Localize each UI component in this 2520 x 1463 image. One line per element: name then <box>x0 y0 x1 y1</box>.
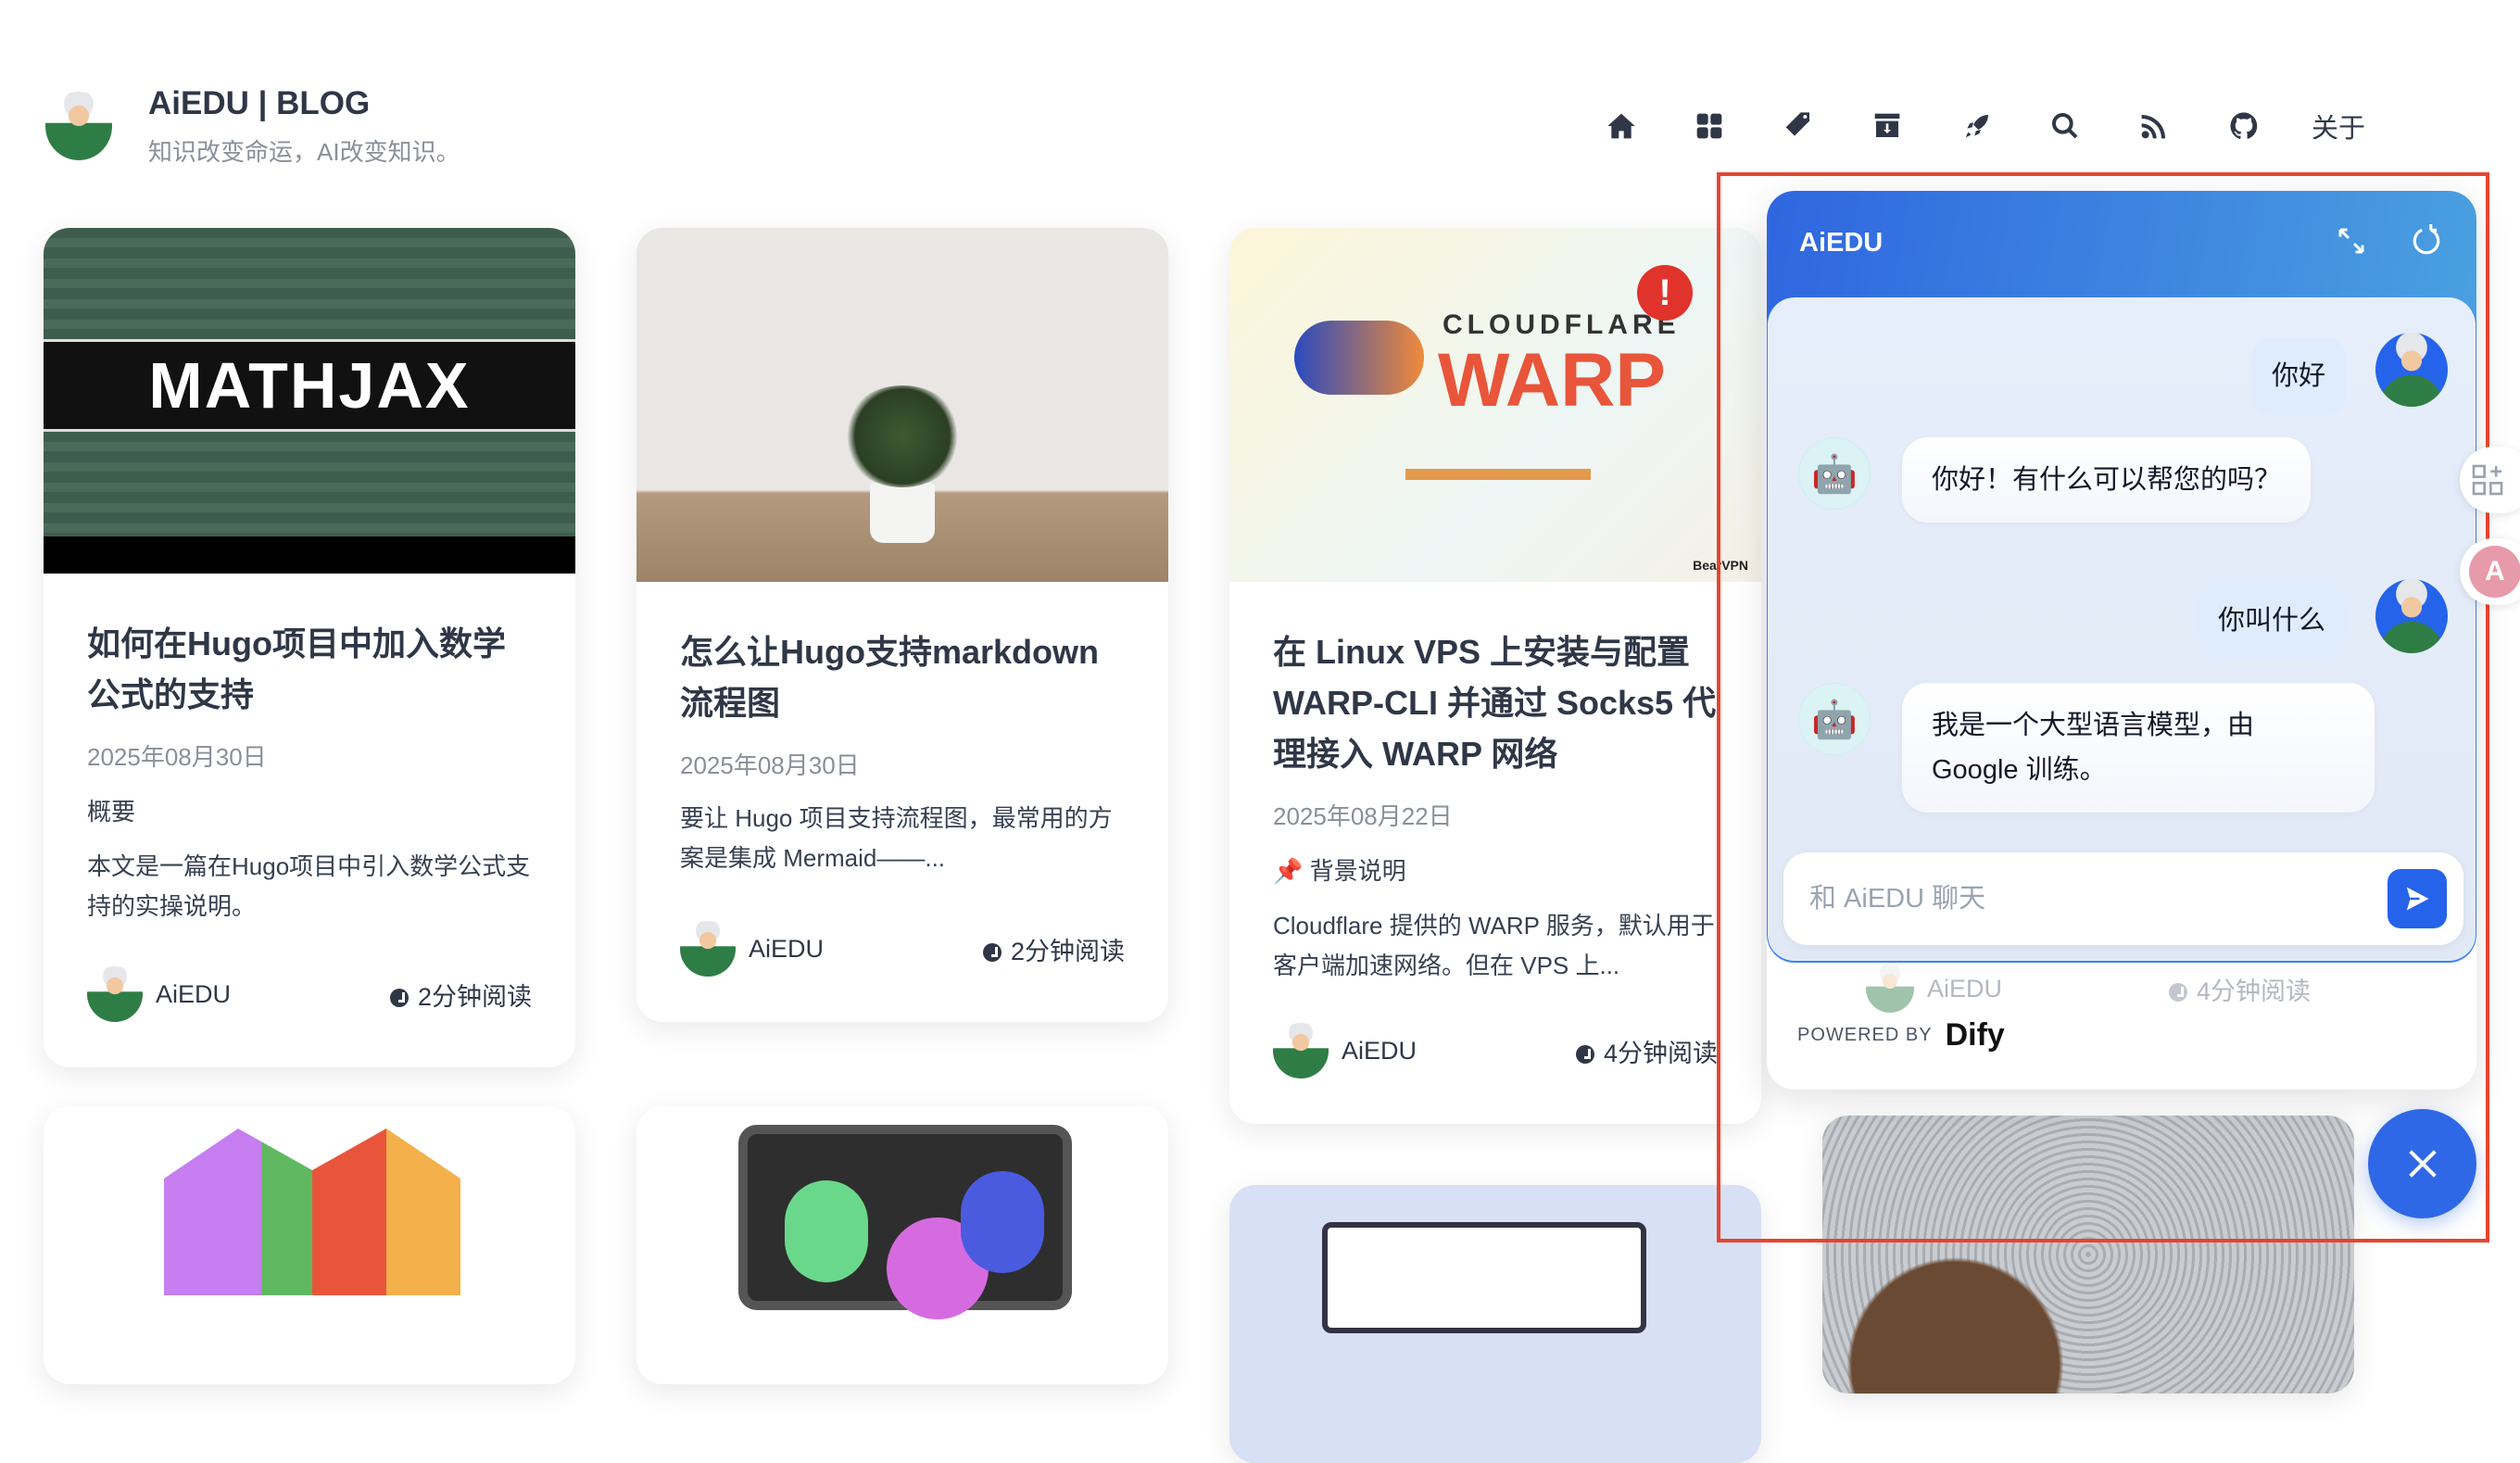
chat-widget: AiEDU 你好 🤖 你好！有什么可以帮您的吗？ 你叫什么 🤖 我是一个大型语言… <box>1767 191 2476 1090</box>
translate-icon: A <box>2469 546 2520 598</box>
bot-message: 我是一个大型语言模型，由 Google 训练。 <box>1902 683 2375 813</box>
clock-icon <box>389 988 409 1007</box>
post-cover-image[interactable]: CLOUDFLARE WARP ! BearVPN <box>1229 228 1761 582</box>
robot-icon: 🤖 <box>1811 453 1858 495</box>
cover-text: CLOUDFLARE <box>1443 309 1681 340</box>
post-cover-image[interactable] <box>636 228 1168 582</box>
read-time: 2分钟阅读 <box>1010 937 1125 965</box>
chat-input[interactable] <box>1809 883 2388 914</box>
site-subtitle: 知识改变命运，AI改变知识。 <box>148 138 460 166</box>
bot-avatar: 🤖 <box>1798 683 1871 755</box>
expand-icon[interactable] <box>2335 224 2368 258</box>
post-cover-image <box>1822 1116 2354 1394</box>
post-card-footer: AiEDU 4分钟阅读 <box>1866 964 2311 1014</box>
clock-icon <box>2168 982 2187 1002</box>
nav-rss[interactable] <box>2136 107 2173 145</box>
nav-tags[interactable] <box>1780 107 1817 145</box>
post-summary: 本文是一篇在Hugo项目中引入数学公式支持的实操说明。 <box>87 852 531 920</box>
post-cover-image <box>164 1129 460 1295</box>
post-section: 📌 背景说明 <box>1273 857 1406 885</box>
author-avatar <box>1273 1023 1329 1078</box>
post-card[interactable] <box>636 1106 1168 1384</box>
user-avatar <box>2375 333 2448 407</box>
post-section: 概要 <box>87 798 136 826</box>
post-card[interactable]: CLOUDFLARE WARP ! BearVPN 在 Linux VPS 上安… <box>1229 228 1761 1124</box>
rss-icon <box>2141 115 2165 139</box>
author-avatar <box>87 966 143 1022</box>
clock-icon <box>1575 1044 1594 1064</box>
post-card[interactable] <box>44 1106 575 1384</box>
refresh-icon[interactable] <box>2409 224 2444 259</box>
nav-github[interactable] <box>2225 107 2262 145</box>
powered-by-label: POWERED BY <box>1797 1025 1933 1045</box>
user-message: 你叫什么 <box>2197 582 2346 660</box>
nav-about[interactable]: 关于 <box>2309 107 2368 145</box>
chat-title: AiEDU <box>1799 228 1884 258</box>
post-summary: Cloudflare 提供的 WARP 服务，默认用于客户端加速网络。但在 VP… <box>1273 912 1715 979</box>
nav-home[interactable] <box>1603 107 1640 145</box>
search-icon <box>2052 113 2078 139</box>
post-card[interactable]: 怎么让Hugo支持markdown流程图 2025年08月30日 要让 Hugo… <box>636 228 1168 1022</box>
author-name: AiEDU <box>1342 1036 1418 1065</box>
author-avatar <box>680 921 736 977</box>
read-time: 4分钟阅读 <box>1603 1039 1718 1067</box>
site-title[interactable]: AiEDU | BLOG <box>148 85 370 122</box>
chat-input-box <box>1783 852 2463 945</box>
bot-avatar: 🤖 <box>1798 437 1871 510</box>
close-chat-button[interactable] <box>2368 1109 2476 1218</box>
clock-icon <box>982 942 1002 962</box>
post-summary: 要让 Hugo 项目支持流程图，最常用的方案是集成 Mermaid——... <box>680 804 1113 872</box>
apps-sparkle-icon <box>2472 464 2503 496</box>
bot-message: 你好！有什么可以帮您的吗？ <box>1902 437 2312 523</box>
post-card[interactable] <box>1822 1116 2354 1394</box>
post-date: 2025年08月22日 <box>1273 802 1453 830</box>
post-title[interactable]: 怎么让Hugo支持markdown流程图 <box>680 626 1125 728</box>
author-avatar <box>1866 965 1914 1013</box>
nav-categories[interactable] <box>1691 107 1728 145</box>
user-message: 你好 <box>2250 337 2346 415</box>
nav-search[interactable] <box>2047 107 2084 145</box>
post-card[interactable]: MATHJAX 如何在Hugo项目中加入数学公式的支持 2025年08月30日 … <box>44 228 575 1067</box>
post-card[interactable] <box>1229 1185 1761 1463</box>
nav-projects[interactable] <box>1959 107 1996 145</box>
tags-icon <box>1785 112 1809 136</box>
robot-icon: 🤖 <box>1811 699 1858 740</box>
post-cover-image <box>738 1125 1072 1319</box>
dify-logo: Dify <box>1945 1017 2005 1053</box>
author-name: AiEDU <box>156 979 232 1008</box>
post-title[interactable]: 在 Linux VPS 上安装与配置 WARP-CLI 并通过 Socks5 代… <box>1273 626 1718 779</box>
chat-messages[interactable]: 你好 🤖 你好！有什么可以帮您的吗？ 你叫什么 🤖 我是一个大型语言模型，由 G… <box>1767 297 2476 963</box>
post-title[interactable]: 如何在Hugo项目中加入数学公式的支持 <box>87 618 532 720</box>
close-icon <box>2408 1150 2437 1178</box>
cover-badge: BearVPN <box>1693 558 1748 573</box>
github-icon <box>2230 112 2258 139</box>
read-time: 4分钟阅读 <box>2196 977 2311 1005</box>
author-name: AiEDU <box>1927 974 2003 1003</box>
cover-text-2: WARP <box>1438 338 1666 423</box>
post-cover-image <box>1322 1222 1646 1333</box>
site-logo-avatar[interactable] <box>45 92 112 160</box>
send-button[interactable] <box>2388 869 2447 928</box>
post-cover-image[interactable]: MATHJAX <box>44 228 575 574</box>
post-date: 2025年08月30日 <box>87 743 267 771</box>
powered-by[interactable]: POWERED BY Dify <box>1797 1017 2005 1053</box>
rocket-icon <box>1966 115 1988 137</box>
translate-button[interactable]: A <box>2460 538 2520 605</box>
author-name: AiEDU <box>749 934 825 963</box>
send-icon <box>2406 887 2429 911</box>
grid-icon <box>1696 113 1722 139</box>
cover-text: MATHJAX <box>44 339 575 432</box>
home-icon <box>1607 113 1635 139</box>
read-time: 2分钟阅读 <box>417 982 532 1011</box>
archive-icon <box>1874 113 1900 137</box>
nav-archive[interactable] <box>1869 107 1906 145</box>
post-date: 2025年08月30日 <box>680 751 860 779</box>
user-avatar <box>2375 579 2448 653</box>
side-tool-button[interactable] <box>2460 447 2520 513</box>
